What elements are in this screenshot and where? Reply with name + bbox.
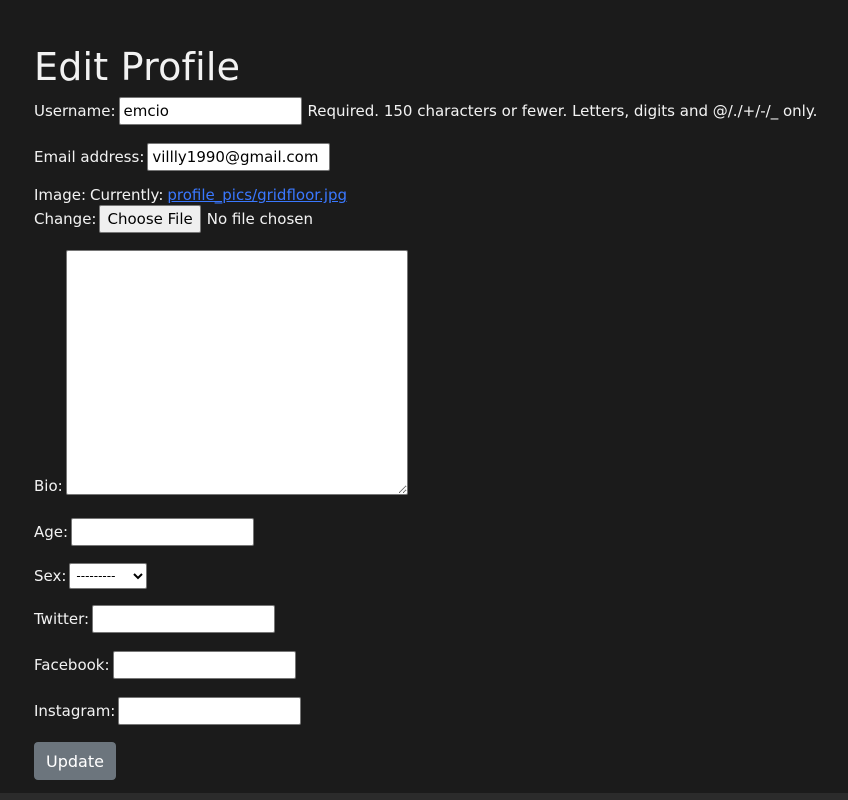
no-file-chosen-text: No file chosen	[206, 210, 313, 228]
email-input[interactable]	[147, 143, 331, 171]
twitter-row: Twitter:	[34, 605, 834, 633]
sex-select[interactable]: ---------	[69, 563, 148, 589]
username-input[interactable]	[118, 97, 302, 125]
update-button[interactable]: Update	[34, 742, 116, 780]
username-row: Username: Required. 150 characters or fe…	[34, 97, 834, 125]
age-row: Age:	[34, 518, 834, 546]
submit-row: Update	[34, 742, 834, 780]
username-label: Username:	[34, 102, 116, 120]
instagram-row: Instagram:	[34, 697, 834, 725]
bio-row: Bio:	[34, 250, 834, 495]
image-currently-label: Currently:	[90, 186, 164, 204]
bio-textarea[interactable]	[65, 250, 408, 495]
choose-file-button[interactable]: Choose File	[99, 205, 201, 233]
twitter-label: Twitter:	[34, 610, 90, 628]
email-row: Email address:	[34, 143, 834, 171]
facebook-row: Facebook:	[34, 651, 834, 679]
image-current-row: Image: Currently: profile_pics/gridfloor…	[34, 186, 834, 204]
email-label: Email address:	[34, 148, 145, 166]
facebook-label: Facebook:	[34, 656, 110, 674]
image-label: Image:	[34, 186, 87, 204]
profile-edit-form: Edit Profile Username: Required. 150 cha…	[34, 44, 834, 780]
instagram-input[interactable]	[118, 697, 302, 725]
bio-label: Bio:	[34, 477, 63, 495]
bottom-strip	[0, 793, 848, 800]
username-help-text: Required. 150 characters or fewer. Lette…	[307, 102, 818, 120]
image-change-label: Change:	[34, 210, 97, 228]
image-change-row: Change: Choose File No file chosen	[34, 205, 834, 233]
age-label: Age:	[34, 523, 69, 541]
current-image-link[interactable]: profile_pics/gridfloor.jpg	[167, 186, 347, 204]
age-input[interactable]	[71, 518, 255, 546]
instagram-label: Instagram:	[34, 702, 116, 720]
sex-label: Sex:	[34, 567, 67, 585]
page-title: Edit Profile	[34, 45, 241, 89]
twitter-input[interactable]	[92, 605, 276, 633]
sex-row: Sex: ---------	[34, 563, 834, 589]
facebook-input[interactable]	[112, 651, 296, 679]
